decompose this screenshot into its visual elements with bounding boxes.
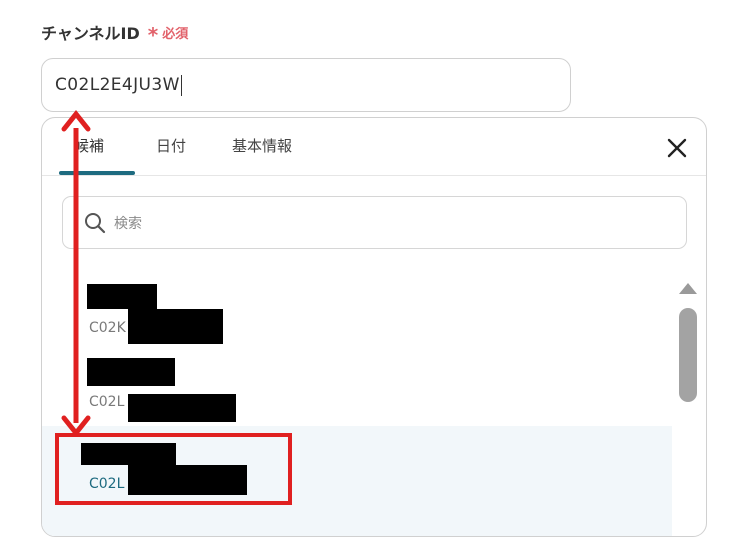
annotation-arrow: [61, 109, 91, 438]
